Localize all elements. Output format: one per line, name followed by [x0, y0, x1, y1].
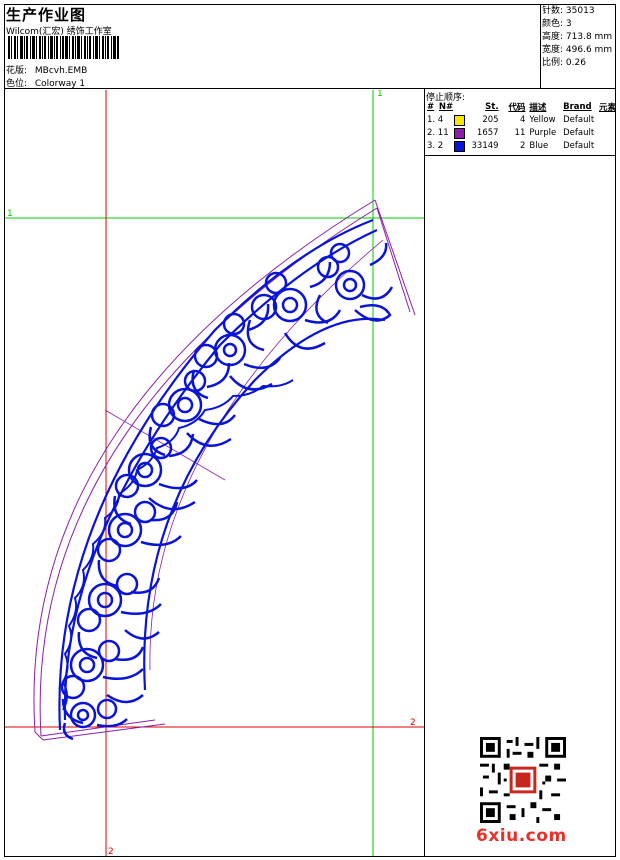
table-header-row: # N# St. 代码 描述 Brand 元素	[425, 100, 620, 113]
thread-code: 11	[514, 127, 526, 138]
thread-description: Purple	[529, 127, 557, 138]
table-row: 3. 2 33149 2 Blue Default	[425, 139, 620, 152]
table-row: 1. 4 205 4 Yellow Default	[425, 113, 620, 126]
table-row: 2. 11 1657 11 Purple Default	[425, 126, 620, 139]
stat-row: 高度: 713.8 mm	[542, 32, 613, 42]
col-header: #	[427, 101, 435, 112]
color-swatch	[453, 128, 465, 139]
embroidery-flowers	[60, 242, 394, 741]
thread-code: 4	[519, 114, 526, 125]
stats-panel: 针数: 35013 颜色: 3 高度: 713.8 mm 宽度: 496.6 m…	[542, 5, 612, 70]
design-file-row: 花版: MBcvh.EMB	[6, 63, 87, 76]
color-swatch	[453, 141, 465, 152]
col-header: Brand	[563, 101, 592, 112]
thread-brand: Default	[563, 140, 595, 151]
guide-label-left: 1	[7, 209, 13, 219]
barcode-icon	[8, 36, 119, 59]
panel-divider	[424, 88, 425, 856]
guide-label-bottom: 2	[108, 847, 114, 856]
color-sequence-table: # N# St. 代码 描述 Brand 元素 1. 4 205 4 Yello…	[425, 100, 620, 152]
watermark-brand-text: 6xiu.com	[476, 826, 567, 846]
col-header: 描述	[529, 102, 547, 113]
col-header: St.	[485, 101, 499, 112]
header-divider	[4, 88, 616, 89]
table-divider	[424, 155, 616, 156]
color-swatch	[453, 115, 465, 126]
col-header: 代码	[508, 102, 526, 113]
design-file-label: 花版:	[6, 66, 28, 76]
col-header: N#	[438, 101, 454, 112]
design-canvas: 1 1 2 2	[5, 90, 424, 856]
guide-label-right: 2	[410, 718, 416, 728]
guide-label-top: 1	[377, 90, 383, 99]
thread-code: 2	[519, 140, 526, 151]
thread-description: Blue	[529, 140, 549, 151]
stitch-count: 1657	[476, 127, 499, 138]
embroidery-lace-band	[58, 218, 386, 731]
qr-code-icon	[480, 737, 566, 823]
stat-row: 宽度: 496.6 mm	[542, 45, 613, 55]
thread-brand: Default	[563, 127, 595, 138]
stat-row: 针数: 35013	[542, 6, 595, 16]
stat-row: 颜色: 3	[542, 19, 572, 29]
stat-row: 比例: 0.26	[542, 58, 586, 68]
col-header: 元素	[599, 102, 617, 113]
thread-description: Yellow	[529, 114, 556, 125]
stitch-count: 33149	[471, 140, 499, 151]
page-title: 生产作业图	[6, 6, 87, 24]
design-file-value: MBcvh.EMB	[34, 66, 88, 76]
thread-brand: Default	[563, 114, 595, 125]
stitch-count: 205	[482, 114, 499, 125]
stats-divider	[540, 4, 541, 89]
